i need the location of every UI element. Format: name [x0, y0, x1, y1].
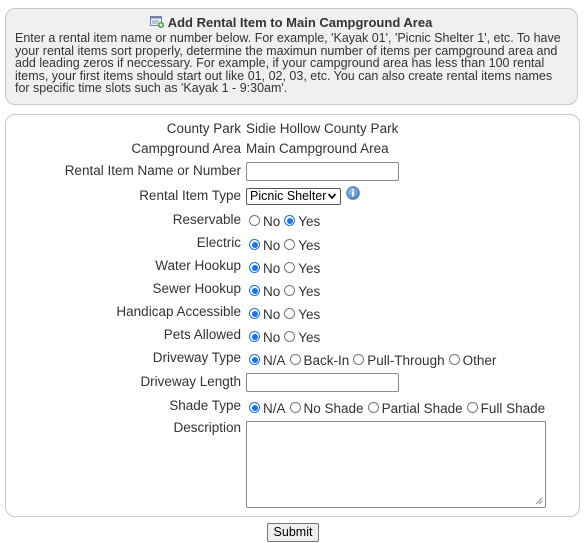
county-park-value: Sidie Hollow County Park	[246, 121, 399, 136]
info-icon[interactable]	[346, 186, 360, 200]
shade-type-radio-group: N/A No Shade Partial Shade Full Shade	[249, 399, 549, 416]
driveway-option-other[interactable]: Other	[448, 351, 496, 368]
handicap-option-no[interactable]: No	[249, 305, 280, 322]
radio-button-selected[interactable]	[249, 402, 260, 413]
rental-item-name-input[interactable]	[246, 162, 399, 181]
shade-type-label: Shade Type	[169, 398, 241, 413]
shade-option-na[interactable]: N/A	[249, 399, 286, 416]
driveway-option-pull-through[interactable]: Pull-Through	[353, 351, 445, 368]
county-park-label: County Park	[166, 121, 241, 136]
radio-button-selected[interactable]	[249, 262, 260, 273]
handicap-option-yes[interactable]: Yes	[284, 305, 320, 322]
reservable-label: Reservable	[172, 212, 241, 227]
campground-area-value: Main Campground Area	[246, 141, 389, 156]
submit-button[interactable]: Submit	[267, 523, 319, 542]
radio-button-selected[interactable]	[284, 215, 296, 226]
radio-button-selected[interactable]	[249, 239, 260, 250]
driveway-type-radio-group: N/A Back-In Pull-Through Other	[249, 351, 500, 368]
handicap-accessible-label: Handicap Accessible	[116, 304, 241, 319]
electric-option-no[interactable]: No	[249, 236, 280, 253]
rental-item-type-select[interactable]: Picnic Shelter	[246, 188, 341, 205]
driveway-option-back-in[interactable]: Back-In	[289, 351, 349, 368]
radio-button[interactable]	[284, 239, 296, 250]
driveway-option-na[interactable]: N/A	[249, 351, 286, 368]
sewer-hookup-radio-group: No Yes	[249, 282, 324, 299]
radio-button-selected[interactable]	[249, 308, 260, 319]
radio-button[interactable]	[284, 262, 296, 273]
radio-button[interactable]	[249, 215, 260, 226]
driveway-type-label: Driveway Type	[152, 350, 241, 365]
pets-allowed-radio-group: No Yes	[249, 328, 324, 345]
water-hookup-label: Water Hookup	[155, 258, 241, 273]
driveway-length-label: Driveway Length	[140, 374, 241, 389]
header-description: Enter a rental item name or number below…	[15, 31, 561, 95]
radio-button-selected[interactable]	[249, 331, 260, 342]
shade-option-partial-shade[interactable]: Partial Shade	[367, 399, 463, 416]
sewer-hookup-option-no[interactable]: No	[249, 282, 280, 299]
pets-option-no[interactable]: No	[249, 328, 280, 345]
radio-button[interactable]	[367, 402, 379, 413]
electric-label: Electric	[196, 235, 241, 250]
pets-option-yes[interactable]: Yes	[284, 328, 320, 345]
description-label: Description	[173, 420, 241, 435]
header-title-row: Add Rental Item to Main Campground Area	[15, 15, 567, 31]
page-title: Add Rental Item to Main Campground Area	[167, 15, 433, 30]
rental-item-type-label: Rental Item Type	[139, 188, 241, 203]
chevron-down-icon	[327, 193, 337, 200]
radio-button-selected[interactable]	[249, 354, 260, 365]
electric-option-yes[interactable]: Yes	[284, 236, 320, 253]
resize-grip-icon[interactable]	[535, 497, 543, 505]
pets-allowed-label: Pets Allowed	[163, 327, 241, 342]
add-item-icon	[149, 16, 164, 28]
radio-button[interactable]	[353, 354, 365, 365]
radio-button[interactable]	[284, 308, 296, 319]
water-hookup-option-yes[interactable]: Yes	[284, 259, 320, 276]
radio-button[interactable]	[289, 354, 301, 365]
radio-button[interactable]	[466, 402, 478, 413]
sewer-hookup-label: Sewer Hookup	[152, 281, 241, 296]
rental-item-name-label: Rental Item Name or Number	[64, 163, 241, 178]
shade-option-full-shade[interactable]: Full Shade	[466, 399, 545, 416]
handicap-accessible-radio-group: No Yes	[249, 305, 324, 322]
radio-button[interactable]	[448, 354, 460, 365]
reservable-option-no[interactable]: No	[249, 212, 280, 229]
sewer-hookup-option-yes[interactable]: Yes	[284, 282, 320, 299]
electric-radio-group: No Yes	[249, 236, 324, 253]
driveway-length-input[interactable]	[246, 373, 399, 392]
campground-area-label: Campground Area	[131, 141, 241, 156]
reservable-option-yes[interactable]: Yes	[284, 212, 320, 229]
radio-button[interactable]	[284, 331, 296, 342]
water-hookup-option-no[interactable]: No	[249, 259, 280, 276]
radio-button-selected[interactable]	[249, 285, 260, 296]
water-hookup-radio-group: No Yes	[249, 259, 324, 276]
shade-option-no-shade[interactable]: No Shade	[289, 399, 364, 416]
rental-item-type-value: Picnic Shelter	[250, 189, 327, 203]
radio-button[interactable]	[284, 285, 296, 296]
radio-button[interactable]	[289, 402, 301, 413]
description-textarea[interactable]	[246, 421, 546, 508]
header-panel: Add Rental Item to Main Campground Area …	[5, 8, 578, 105]
reservable-radio-group: No Yes	[249, 212, 324, 229]
